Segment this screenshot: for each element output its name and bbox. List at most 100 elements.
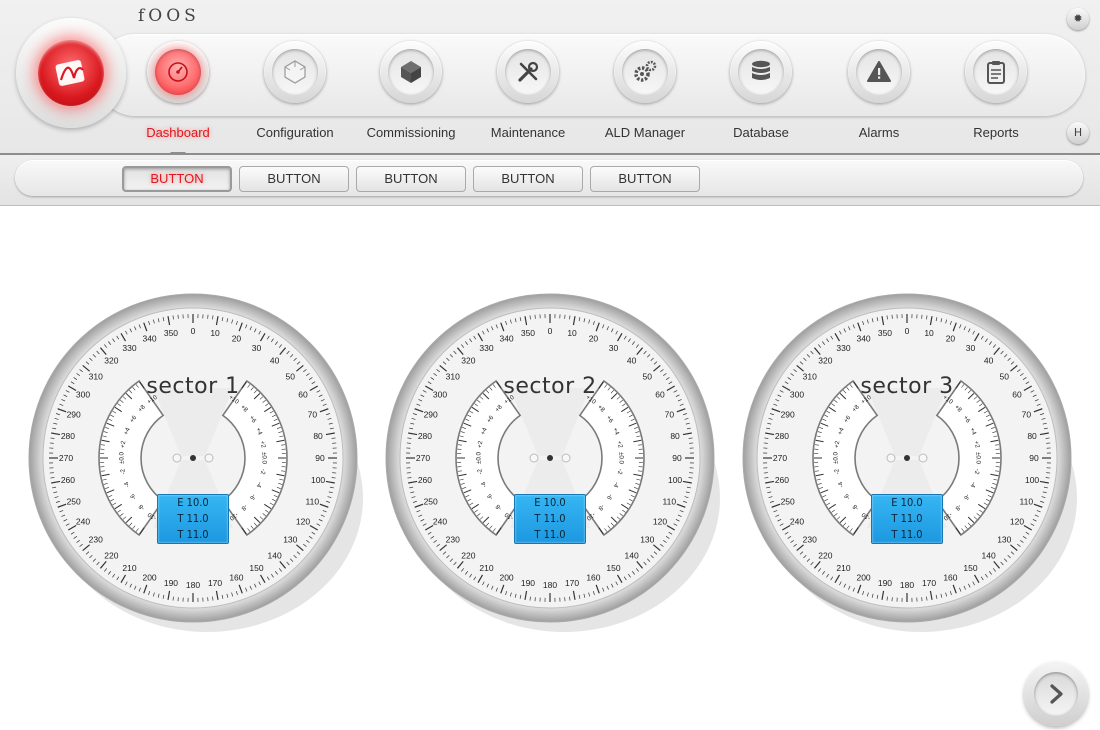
pivot-left [529,453,539,463]
azimuth-label: 190 [164,578,178,588]
gauge-title: sector 1 [146,374,240,399]
home-logo-button[interactable] [38,40,104,106]
azimuth-label: 100 [1025,475,1039,485]
azimuth-label: 240 [76,517,90,527]
tools-icon [518,61,539,82]
azimuth-label: 80 [1027,431,1037,441]
nav-label-alarms: Alarms [858,125,900,140]
azimuth-label: 0 [905,326,910,336]
sub-button-2[interactable]: BUTTON [239,166,349,192]
azimuth-label: 160 [943,572,957,582]
readout-line-e: E 10.0 [177,496,209,509]
azimuth-label: 210 [836,563,850,573]
azimuth-label: 150 [249,563,263,573]
gauge-title: sector 2 [503,374,597,399]
azimuth-label: 200 [499,572,513,582]
sub-toolbar: BUTTON BUTTON BUTTON BUTTON BUTTON [0,155,1100,206]
azimuth-label: 230 [446,535,460,545]
azimuth-label: 220 [461,550,475,560]
azimuth-label: 10 [567,328,577,338]
cube-outline-icon [284,60,306,84]
azimuth-label: 200 [856,572,870,582]
next-page-button[interactable] [1024,662,1088,726]
azimuth-label: 40 [627,356,637,366]
nav-alarms[interactable]: Alarms [824,41,934,140]
readout-line-t2: T 11.0 [177,528,209,541]
pivot-right [918,453,928,463]
gauge-dial: 0 102030405060708090100110120130140150160… [28,293,363,632]
nav-database[interactable]: Database [706,41,816,140]
tilt-label: ±0.0 [618,452,625,465]
azimuth-label: 170 [565,578,579,588]
azimuth-label: 270 [59,453,73,463]
tilt-label: ±0.0 [261,452,268,465]
nav-label-reports: Reports [973,125,1019,140]
azimuth-label: 10 [924,328,934,338]
gauge-dial: 0 102030405060708090100110120130140150160… [742,293,1077,632]
nav-maintenance[interactable]: Maintenance [473,41,583,140]
tilt-label: ±0.0 [476,451,483,464]
tilt-label: ±0.0 [975,452,982,465]
gauge-title: sector 3 [860,374,954,399]
chevron-right-icon [1050,684,1063,704]
azimuth-label: 130 [640,535,654,545]
azimuth-label: 180 [186,580,200,590]
azimuth-label: 210 [122,563,136,573]
gears-icon [634,60,657,82]
clipboard-icon [987,61,1005,84]
nav-label-commissioning: Commissioning [366,125,456,140]
nav-dashboard[interactable]: Dashboard [123,41,233,140]
azimuth-label: 170 [208,578,222,588]
azimuth-label: 120 [1010,517,1024,527]
pivot-left [172,453,182,463]
azimuth-label: 220 [818,550,832,560]
azimuth-label: 150 [606,563,620,573]
azimuth-label: 150 [963,563,977,573]
sub-button-3[interactable]: BUTTON [356,166,466,192]
azimuth-label: 340 [856,334,870,344]
azimuth-label: 350 [164,328,178,338]
gauge-sector-2: 0 10 20 30 40 50 60 70 80 90 100 110 120 130 140 150 160… [385,293,720,632]
azimuth-label: 20 [946,334,956,344]
readout-line-t1: T 11.0 [891,512,923,525]
azimuth-label: 250 [67,496,81,506]
azimuth-label: 330 [479,343,493,353]
sub-button-4[interactable]: BUTTON [473,166,583,192]
azimuth-label: 270 [773,453,787,463]
azimuth-label: 30 [966,343,976,353]
azimuth-label: 210 [479,563,493,573]
pivot-right [561,453,571,463]
tilt-label: ±0.0 [119,451,126,464]
nav-reports[interactable]: Reports [941,41,1051,140]
azimuth-label: 200 [142,572,156,582]
azimuth-label: 290 [781,410,795,420]
help-button[interactable]: H [1067,122,1089,144]
sub-button-1[interactable]: BUTTON [122,166,232,192]
nav-commissioning[interactable]: Commissioning [356,41,466,140]
center-pivot [547,455,553,461]
nav-label-maintenance: Maintenance [490,125,566,140]
tilt-label: ±0.0 [833,451,840,464]
gear-icon: ✹ [1073,12,1083,25]
sub-button-5[interactable]: BUTTON [590,166,700,192]
azimuth-label: 240 [790,517,804,527]
gauge-sector-1: 0 10 20 30 40 50 60 70 80 90 100 110 120 130 140 150 160… [28,293,363,632]
nav-ald-manager[interactable]: ALD Manager [590,41,700,140]
pivot-left [886,453,896,463]
azimuth-label: 180 [900,580,914,590]
cube-solid-icon [401,61,421,83]
azimuth-label: 190 [878,578,892,588]
azimuth-label: 330 [836,343,850,353]
azimuth-label: 100 [668,475,682,485]
azimuth-label: 140 [268,550,282,560]
nav-configuration[interactable]: Configuration [240,41,350,140]
azimuth-label: 260 [775,475,789,485]
azimuth-label: 90 [1029,453,1039,463]
azimuth-label: 320 [818,356,832,366]
azimuth-label: 10 [210,328,220,338]
settings-button[interactable]: ✹ [1067,8,1089,30]
azimuth-label: 30 [252,343,262,353]
readout-line-t2: T 11.0 [534,528,566,541]
azimuth-label: 160 [586,572,600,582]
azimuth-label: 0 [548,326,553,336]
